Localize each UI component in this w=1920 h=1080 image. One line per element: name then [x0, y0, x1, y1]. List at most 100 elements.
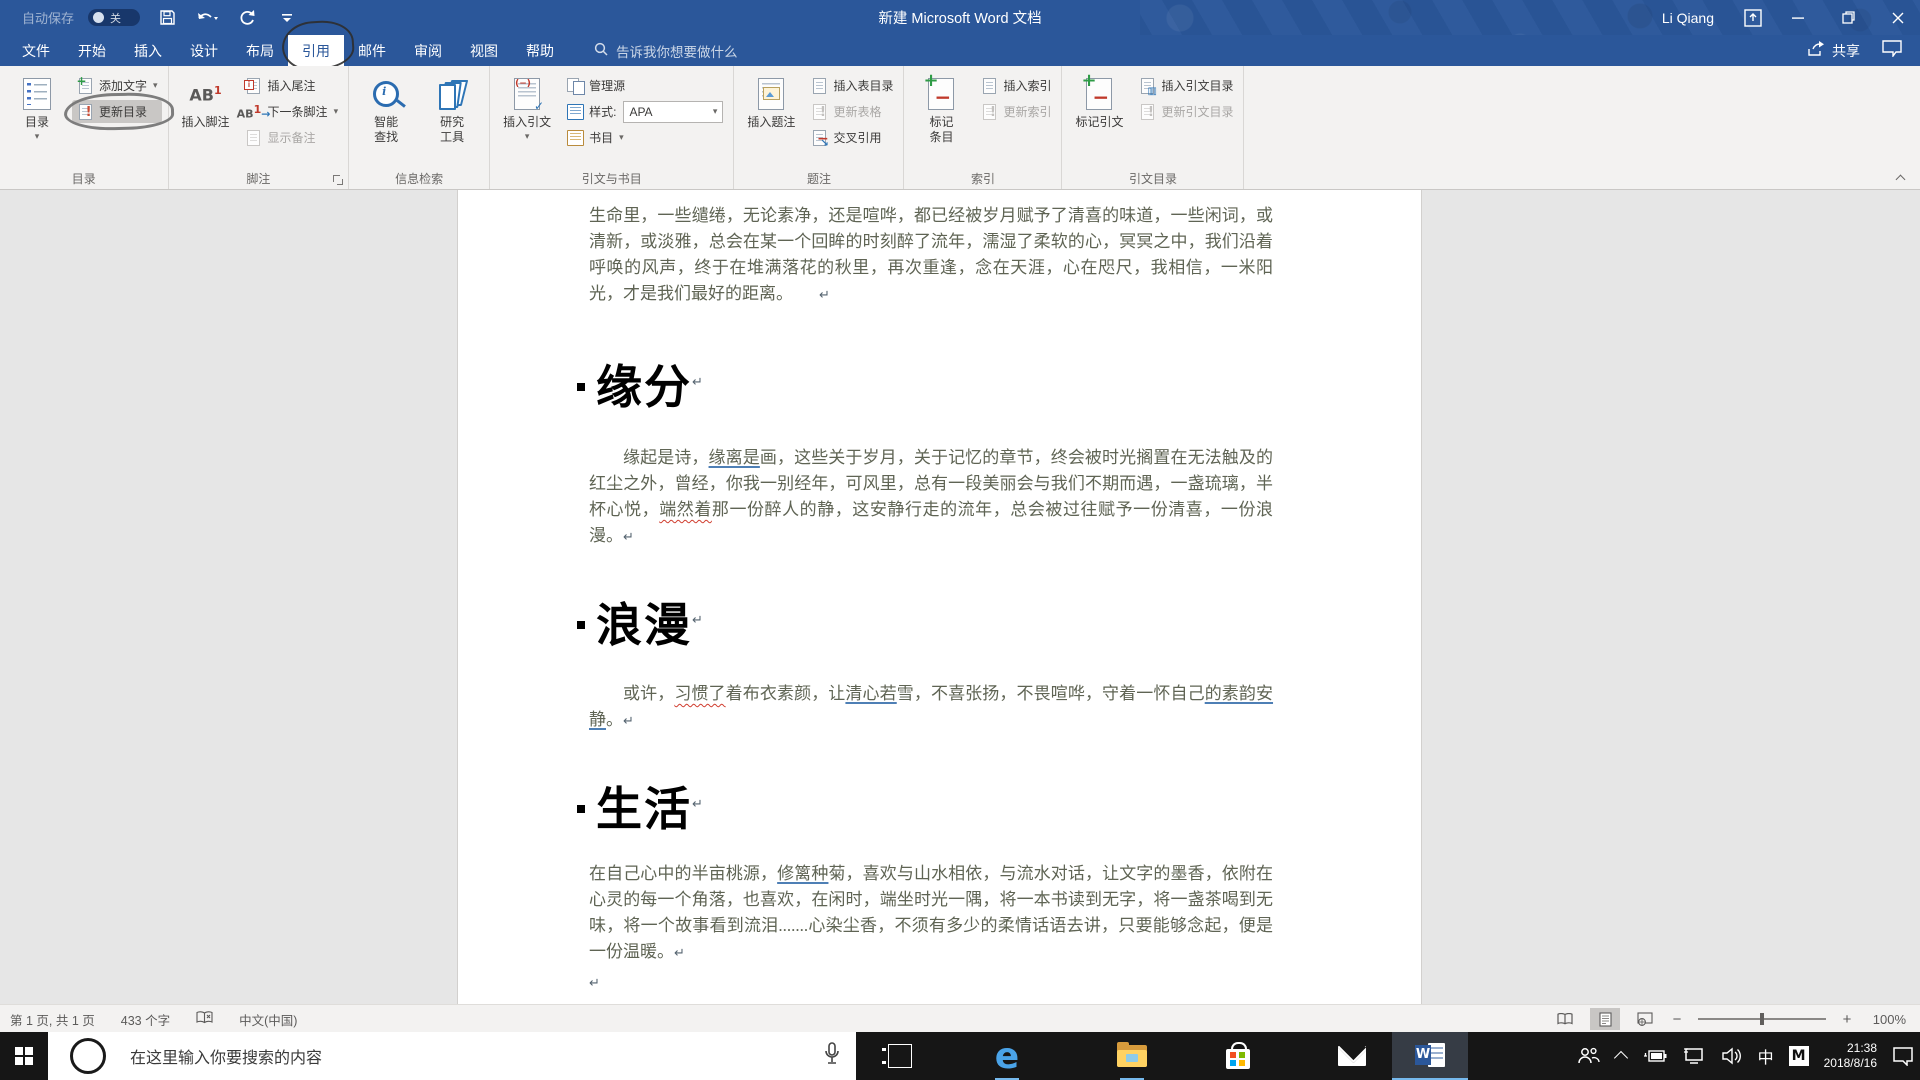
insert-table-of-figures-button[interactable]: 插入表目录: [806, 74, 897, 97]
autosave-toggle[interactable]: 关: [88, 9, 141, 26]
heading-bullet-icon: [577, 805, 585, 813]
language-indicator[interactable]: 中文(中国): [239, 1010, 297, 1029]
ribbon-group-table-of-authorities: + − 标记引文 ▥ 插入引文目录! 更新引文目录 引文目录: [1062, 66, 1245, 189]
tab-insert[interactable]: 插入: [120, 35, 176, 66]
proofing-status-icon[interactable]: [196, 1011, 213, 1027]
close-button[interactable]: [1876, 0, 1920, 35]
next-footnote-button[interactable]: AB1→ 下一条脚注 ▾: [236, 100, 343, 123]
page-indicator[interactable]: 第 1 页, 共 1 页: [10, 1010, 95, 1029]
button-label: 更新引文目录: [1161, 105, 1234, 119]
print-layout-button[interactable]: [1590, 1008, 1620, 1030]
add-text-button[interactable]: + 添加文字 ▾: [72, 74, 162, 97]
manage-sources-button[interactable]: 管理源: [562, 74, 727, 97]
autosave-toggle-knob: [93, 12, 105, 23]
tab-review[interactable]: 审阅: [400, 35, 456, 66]
zoom-out-button[interactable]: −: [1670, 1011, 1684, 1028]
signed-in-user[interactable]: Li Qiang: [1662, 10, 1714, 26]
tab-label: 文件: [22, 42, 50, 59]
tab-label: 视图: [470, 42, 498, 59]
zoom-slider-thumb[interactable]: [1760, 1013, 1764, 1025]
microphone-icon[interactable]: [824, 1041, 840, 1071]
tab-layout[interactable]: 布局: [232, 35, 288, 66]
ribbon-tabs: 文件 开始 插入 设计 布局 引用 邮件 审阅 视图 帮助 告诉我你想要做什么 共享: [0, 18, 1920, 73]
update-toc-button[interactable]: ! 更新目录: [63, 91, 175, 132]
insert-endnote-button[interactable]: i 插入尾注: [241, 74, 343, 97]
undo-icon[interactable]: [194, 7, 220, 29]
insert-caption-button[interactable]: 插入题注: [740, 70, 802, 168]
save-icon[interactable]: [154, 7, 180, 29]
tell-me-box[interactable]: 告诉我你想要做什么: [594, 35, 738, 66]
word-count[interactable]: 433 个字: [121, 1010, 170, 1029]
customize-quick-access-icon[interactable]: [274, 7, 300, 29]
bibliography-button[interactable]: 书目 ▾: [562, 126, 727, 149]
autosave-state: 关: [110, 12, 122, 25]
tab-file[interactable]: 文件: [8, 35, 64, 66]
ribbon-group-body: + − 标记引文 ▥ 插入引文目录! 更新引文目录: [1062, 66, 1243, 168]
paragraph-mark: ↵: [692, 375, 703, 390]
tab-design[interactable]: 设计: [176, 35, 232, 66]
heading-text: 缘分: [596, 360, 692, 414]
ime-language-indicator[interactable]: 中: [1758, 1044, 1774, 1068]
insert-table-of-authorities-button[interactable]: ▥ 插入引文目录: [1134, 74, 1237, 97]
toa-icon: ▥: [1138, 77, 1157, 96]
taskbar-search-box[interactable]: 在这里输入你要搜索的内容: [48, 1032, 856, 1080]
tab-references[interactable]: 引用: [280, 18, 356, 73]
zoom-slider[interactable]: [1698, 1013, 1826, 1025]
minimize-button[interactable]: [1776, 0, 1820, 35]
smart-lookup-button[interactable]: 智能查找: [355, 70, 417, 168]
page-icon: [980, 77, 998, 95]
share-button[interactable]: 共享: [1807, 41, 1860, 61]
paragraph-mark: ↵: [589, 976, 600, 991]
dropdown-arrow-icon: ▾: [619, 132, 624, 142]
tab-label: 插入: [134, 42, 162, 59]
battery-icon[interactable]: [1641, 1049, 1667, 1063]
zoom-level[interactable]: 100%: [1864, 1012, 1906, 1027]
document-page[interactable]: 生命里，一些缱绻，无论素净，还是喧哗，都已经被岁月赋予了清喜的味道，一些闲词，或…: [457, 190, 1422, 1004]
toc-button[interactable]: 目录 ▾: [6, 70, 68, 168]
research-tools-button[interactable]: 研究 工具: [421, 70, 483, 168]
ime-mode-icon[interactable]: M: [1788, 1046, 1809, 1066]
mark-entry-button[interactable]: + − 标记 条目: [910, 70, 972, 168]
text-run-marked: 端然着: [659, 500, 712, 519]
style-combo-value[interactable]: APA ▾: [623, 100, 724, 123]
volume-icon[interactable]: [1721, 1047, 1743, 1065]
comments-icon[interactable]: [1882, 39, 1902, 62]
text-run: 或许，: [623, 684, 675, 703]
insert-footnote-button[interactable]: AB1 插入脚注: [175, 70, 237, 168]
style-combo[interactable]: 样式: APA ▾: [562, 100, 727, 123]
collapse-ribbon-button[interactable]: [1896, 173, 1906, 183]
action-center-icon[interactable]: [1892, 1046, 1914, 1066]
tab-home[interactable]: 开始: [64, 35, 120, 66]
taskbar-app-word[interactable]: W: [1392, 1032, 1468, 1080]
restore-button[interactable]: [1826, 0, 1870, 35]
taskbar-app-store[interactable]: [1214, 1032, 1262, 1080]
ribbon-display-options-icon[interactable]: [1736, 0, 1770, 35]
tab-mailings[interactable]: 邮件: [344, 35, 400, 66]
document-text: 生命里，一些缱绻，无论素净，还是喧哗，都已经被岁月赋予了清喜的味道，一些闲词，或…: [458, 190, 1421, 997]
taskbar-clock[interactable]: 21:38 2018/8/16: [1824, 1041, 1877, 1071]
taskbar-app-edge[interactable]: e: [983, 1032, 1031, 1080]
insert-citation-button[interactable]: (−) ✓ 插入引文 ▾: [496, 70, 558, 168]
taskbar-app-mail[interactable]: [1328, 1032, 1376, 1080]
insert-index-button[interactable]: 插入索引: [976, 74, 1055, 97]
group-label-text: 题注: [806, 172, 831, 186]
books-icon: [439, 73, 469, 115]
cross-reference-button[interactable]: − ↘ 交叉引用: [806, 126, 897, 149]
tab-view[interactable]: 视图: [456, 35, 512, 66]
taskbar-app-file-explorer[interactable]: [1108, 1032, 1156, 1080]
task-view-button[interactable]: [876, 1032, 924, 1080]
ab1-next-icon: AB1→: [236, 102, 271, 121]
button-label: 插入题注: [747, 115, 796, 129]
web-layout-button[interactable]: [1630, 1008, 1660, 1030]
start-button[interactable]: [0, 1032, 48, 1080]
dialog-launcher-icon[interactable]: [333, 175, 344, 186]
mark-citation-button[interactable]: + − 标记引文: [1068, 70, 1130, 168]
redo-icon[interactable]: [234, 7, 260, 29]
people-icon[interactable]: [1575, 1046, 1601, 1066]
read-mode-button[interactable]: [1550, 1008, 1580, 1030]
update-index-button: ! 更新索引: [976, 100, 1055, 123]
hidden-icons-chevron[interactable]: [1613, 1049, 1628, 1066]
tab-help[interactable]: 帮助: [512, 35, 568, 66]
network-icon[interactable]: [1682, 1047, 1706, 1065]
zoom-in-button[interactable]: +: [1840, 1011, 1854, 1028]
